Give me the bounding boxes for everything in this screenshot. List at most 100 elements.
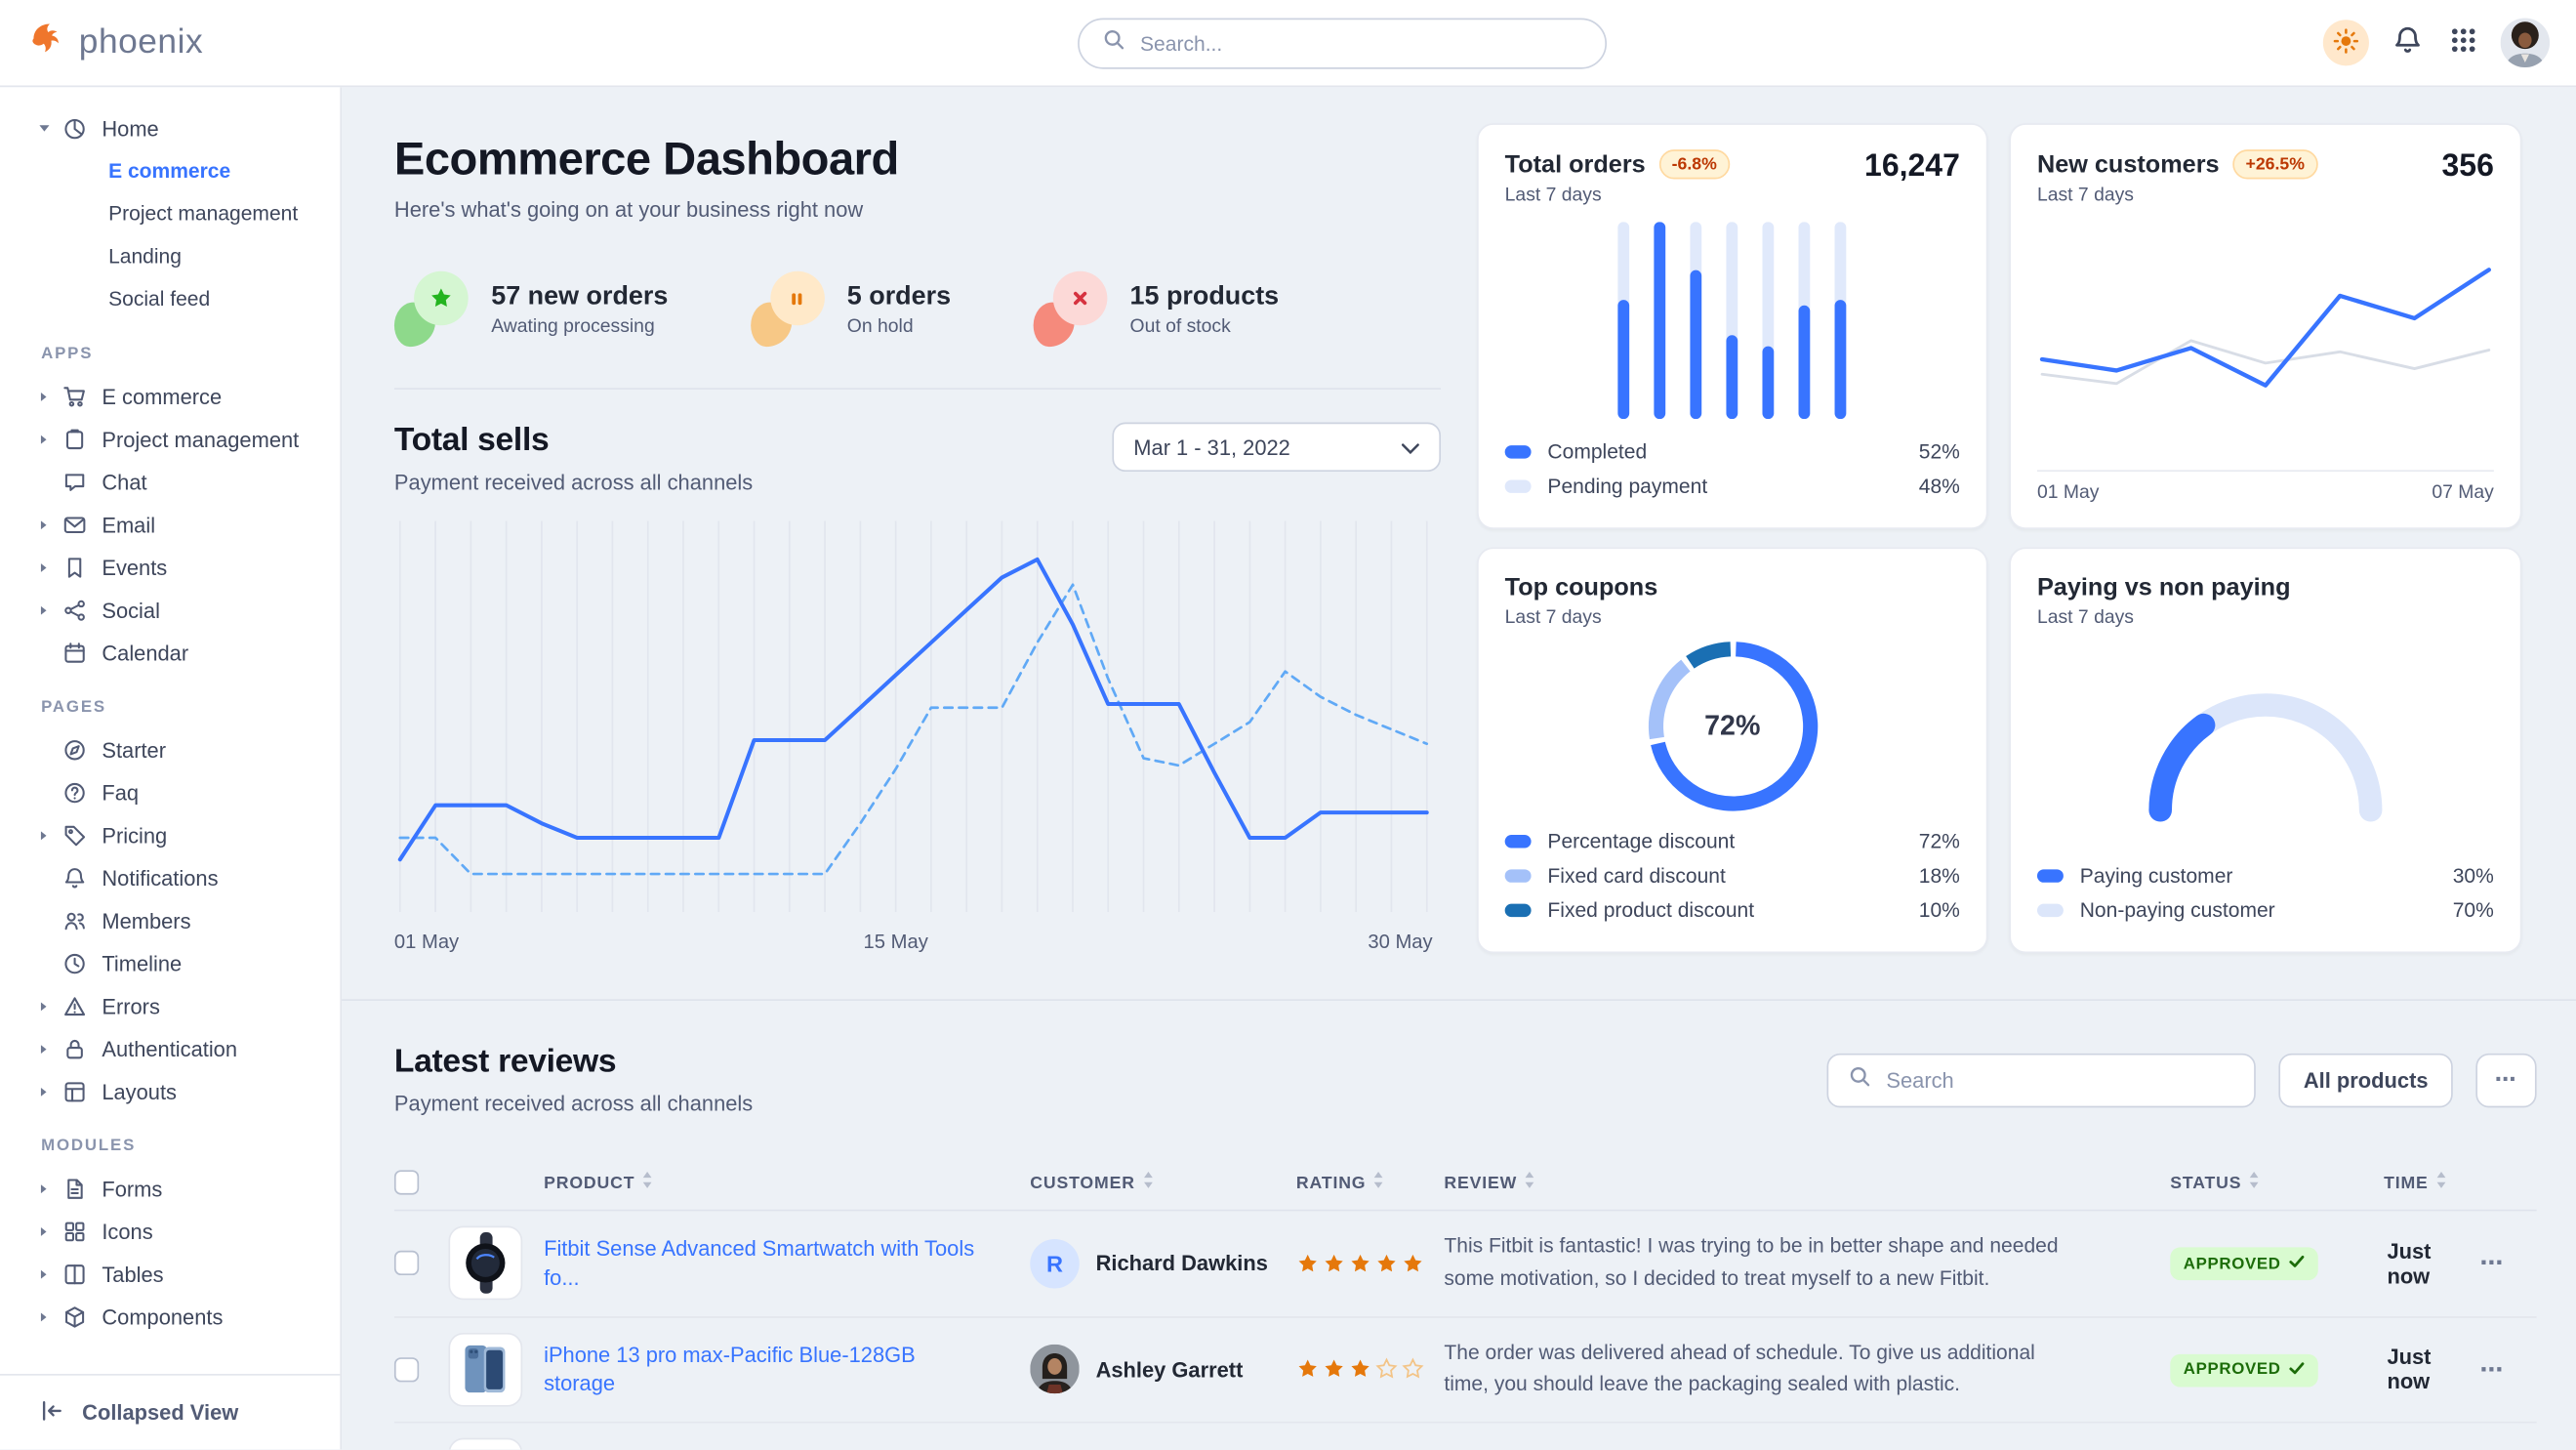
sidebar-item-members[interactable]: Members xyxy=(0,899,340,942)
sidebar-item-timeline[interactable]: Timeline xyxy=(0,941,340,984)
collapse-sidebar-label: Collapsed View xyxy=(82,1400,238,1425)
caret-right-icon xyxy=(38,1086,61,1098)
file-icon xyxy=(61,1175,87,1201)
page-title: Ecommerce Dashboard xyxy=(394,133,1441,186)
clock-icon xyxy=(61,950,87,976)
sidebar-item-starter[interactable]: Starter xyxy=(0,728,340,771)
legend-item-pending-payment: Pending payment48% xyxy=(1505,469,1960,503)
select-all-checkbox[interactable] xyxy=(394,1170,419,1194)
sidebar-item-notifications[interactable]: Notifications xyxy=(0,856,340,899)
sort-icon xyxy=(1374,1172,1384,1193)
paying-legend: Paying customer30%Non-paying customer70% xyxy=(2037,858,2494,928)
sidebar-item-tables[interactable]: Tables xyxy=(0,1252,340,1295)
sun-icon xyxy=(2333,27,2359,59)
total-orders-legend: Completed52%Pending payment48% xyxy=(1505,434,1960,503)
global-search-field[interactable] xyxy=(1140,32,1582,56)
sidebar-item-pricing[interactable]: Pricing xyxy=(0,813,340,856)
sidebar-item-e-commerce[interactable]: E commerce xyxy=(0,375,340,418)
star-icon xyxy=(414,271,469,326)
caret-right-icon xyxy=(38,829,61,841)
stat-15-products: 15 productsOut of stock xyxy=(1033,271,1279,349)
caret-right-icon xyxy=(38,433,61,444)
stats-row: 57 new ordersAwating processing5 ordersO… xyxy=(394,271,1441,349)
sort-icon xyxy=(1526,1172,1535,1193)
question-icon xyxy=(61,779,87,806)
customer-avatar: R xyxy=(1030,1239,1079,1288)
column-header-status[interactable]: STATUS xyxy=(2134,1172,2348,1193)
sidebar-item-home[interactable]: Home xyxy=(0,106,340,149)
total-sells-subtitle: Payment received across all channels xyxy=(394,470,753,494)
customer-avatar xyxy=(1030,1345,1079,1393)
search-icon xyxy=(1102,28,1125,60)
user-avatar[interactable] xyxy=(2501,19,2550,67)
top-coupons-donut-chart: 72% xyxy=(1505,628,1960,823)
status-badge: APPROVED xyxy=(2170,1247,2318,1280)
caret-right-icon xyxy=(38,1310,61,1322)
global-search-input[interactable] xyxy=(1078,19,1607,69)
sidebar-item-project-management[interactable]: Project management xyxy=(0,417,340,460)
latest-reviews-subtitle: Payment received across all channels xyxy=(394,1092,753,1116)
apps-menu-button[interactable] xyxy=(2446,23,2480,62)
reviews-search-field[interactable] xyxy=(1886,1067,2234,1092)
row-more-button[interactable]: ⋯ xyxy=(2463,1355,2522,1384)
review-time: Just now xyxy=(2348,1239,2463,1288)
sidebar-item-components[interactable]: Components xyxy=(0,1295,340,1338)
all-products-button[interactable]: All products xyxy=(2279,1053,2453,1107)
sidebar-item-layouts[interactable]: Layouts xyxy=(0,1070,340,1113)
top-coupons-center-label: 72% xyxy=(1704,709,1760,742)
sidebar-item-authentication[interactable]: Authentication xyxy=(0,1027,340,1070)
paying-vs-non-paying-card: Paying vs non paying Last 7 days Paying … xyxy=(2009,547,2521,953)
product-link[interactable]: iPhone 13 pro max-Pacific Blue-128GB sto… xyxy=(544,1341,1030,1398)
sidebar-item-social-feed[interactable]: Social feed xyxy=(0,277,340,320)
paying-gauge-chart xyxy=(2037,628,2494,858)
total-sells-chart: 01 May15 May30 May xyxy=(394,521,1433,964)
notifications-button[interactable] xyxy=(2389,21,2427,64)
date-range-select[interactable]: Mar 1 - 31, 2022 xyxy=(1112,423,1441,472)
sort-icon xyxy=(2436,1172,2446,1193)
sidebar-item-events[interactable]: Events xyxy=(0,546,340,589)
sidebar-item-forms[interactable]: Forms xyxy=(0,1167,340,1210)
sidebar-item-icons[interactable]: Icons xyxy=(0,1210,340,1253)
sidebar-item-errors[interactable]: Errors xyxy=(0,984,340,1027)
section-divider xyxy=(342,999,2576,1001)
row-more-button[interactable]: ⋯ xyxy=(2463,1250,2522,1278)
sidebar-item-social[interactable]: Social xyxy=(0,589,340,632)
x-tick: 07 May xyxy=(2432,483,2493,503)
column-header-time[interactable]: TIME xyxy=(2348,1172,2463,1193)
stat-5-orders: 5 ordersOn hold xyxy=(750,271,951,349)
sidebar-item-faq[interactable]: Faq xyxy=(0,770,340,813)
customer-cell: Ashley Garrett xyxy=(1030,1345,1296,1393)
total-orders-title: Total orders xyxy=(1505,150,1646,179)
sidebar-item-email[interactable]: Email xyxy=(0,503,340,546)
total-orders-card: Total orders -6.8% Last 7 days 16,247 Co… xyxy=(1477,123,1987,529)
column-header-customer[interactable]: CUSTOMER xyxy=(1030,1172,1296,1193)
product-thumbnail[interactable] xyxy=(448,1226,522,1301)
x-tick: 01 May xyxy=(2037,483,2099,503)
reviews-search-input[interactable] xyxy=(1827,1053,2256,1107)
column-header-review[interactable]: REVIEW xyxy=(1444,1172,2134,1193)
column-header-rating[interactable]: RATING xyxy=(1296,1172,1444,1193)
collapse-sidebar-icon xyxy=(39,1397,63,1427)
sidebar-item-e-commerce[interactable]: E commerce xyxy=(0,149,340,192)
collapse-sidebar-button[interactable]: Collapsed View xyxy=(0,1374,340,1449)
phoenix-logo[interactable]: phoenix xyxy=(26,19,342,67)
product-thumbnail[interactable] xyxy=(448,1333,522,1407)
column-header-product[interactable]: PRODUCT xyxy=(544,1172,1030,1193)
theme-toggle-button[interactable] xyxy=(2323,20,2369,65)
sidebar-item-landing[interactable]: Landing xyxy=(0,235,340,278)
legend-item-paying-customer: Paying customer30% xyxy=(2037,858,2494,892)
sidebar-section-label-modules: MODULES xyxy=(41,1138,340,1156)
caret-right-icon xyxy=(38,1225,61,1237)
row-checkbox[interactable] xyxy=(394,1357,419,1382)
product-thumbnail[interactable] xyxy=(448,1438,522,1449)
product-link[interactable]: Fitbit Sense Advanced Smartwatch with To… xyxy=(544,1234,1030,1292)
reviews-more-button[interactable]: ⋯ xyxy=(2475,1053,2536,1107)
sidebar-item-calendar[interactable]: Calendar xyxy=(0,631,340,674)
row-checkbox[interactable] xyxy=(394,1251,419,1275)
check-icon xyxy=(2289,1254,2306,1273)
caret-right-icon xyxy=(38,1267,61,1279)
total-sells-x-axis: 01 May15 May30 May xyxy=(394,931,1433,964)
sidebar-item-project-management[interactable]: Project management xyxy=(0,192,340,235)
caret-right-icon xyxy=(38,561,61,573)
sidebar-item-chat[interactable]: Chat xyxy=(0,460,340,503)
